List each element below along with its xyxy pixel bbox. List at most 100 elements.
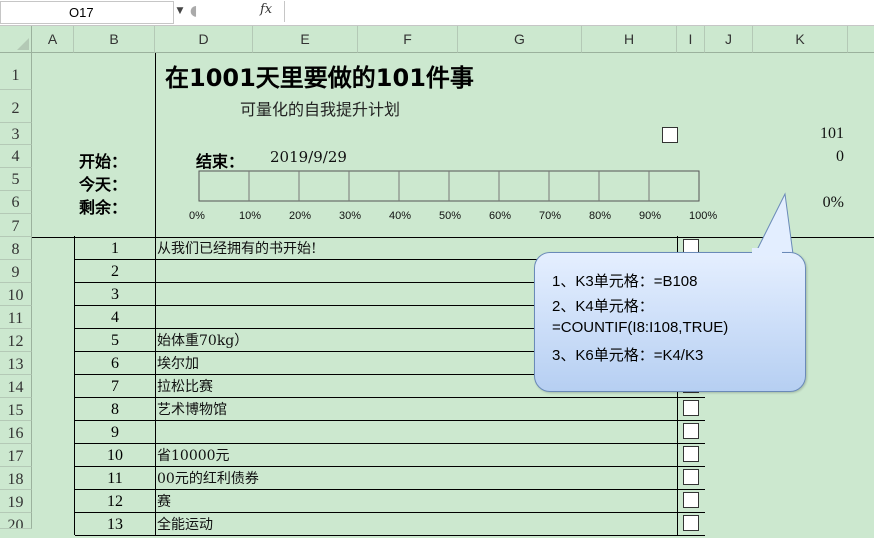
row-header-9[interactable]: 9 — [0, 260, 32, 283]
list-item-number[interactable]: 5 — [75, 328, 156, 351]
list-item-check-cell — [677, 443, 705, 466]
list-item-number[interactable]: 9 — [75, 420, 156, 443]
column-header-a[interactable]: A — [32, 26, 74, 53]
progress-tick-label: 60% — [489, 210, 512, 222]
list-item: 9 — [75, 420, 705, 444]
row-header-6[interactable]: 6 — [0, 191, 32, 214]
name-box-value: O17 — [69, 5, 94, 20]
list-item-check-cell — [677, 489, 705, 512]
insert-function-icon[interactable]: fx — [260, 2, 272, 17]
column-header-overflow — [848, 26, 874, 53]
list-item-checkbox[interactable] — [683, 400, 699, 416]
column-header-j[interactable]: J — [705, 26, 753, 53]
list-item-check-cell — [677, 466, 705, 489]
end-date-value[interactable]: 2019/9/29 — [270, 148, 347, 166]
callout-line-4: 3、K6单元格：=K4/K3 — [552, 347, 704, 364]
column-header-i[interactable]: I — [677, 26, 705, 53]
list-item-number[interactable]: 6 — [75, 351, 156, 374]
row-header-4[interactable]: 4 — [0, 145, 32, 168]
progress-tick-label: 90% — [639, 210, 662, 222]
progress-tick-label: 10% — [239, 210, 262, 222]
name-box[interactable]: O17 — [0, 1, 174, 24]
row-header-19[interactable]: 19 — [0, 490, 32, 513]
row-header-8[interactable]: 8 — [0, 237, 32, 260]
list-item-checkbox[interactable] — [683, 423, 699, 439]
formula-input[interactable] — [284, 1, 874, 22]
list-item-number[interactable]: 12 — [75, 489, 156, 512]
end-label[interactable]: 结束： — [196, 148, 244, 172]
list-item-number[interactable]: 10 — [75, 443, 156, 466]
column-header-g[interactable]: G — [458, 26, 582, 53]
row-header-3[interactable]: 3 — [0, 123, 32, 145]
list-item: 10 省10000元 — [75, 443, 705, 467]
list-item: 11 00元的红利债券 — [75, 466, 705, 490]
select-all-corner[interactable] — [0, 26, 32, 53]
column-header-h[interactable]: H — [582, 26, 677, 53]
callout-line-1: 1、K3单元格：=B108 — [552, 273, 698, 290]
start-label[interactable]: 开始： — [79, 148, 127, 172]
progress-tick-label: 30% — [339, 210, 362, 222]
list-item-check-cell — [677, 512, 705, 535]
formula-callout: 1、K3单元格：=B108 2、K4单元格： =COUNTIF(I8:I108,… — [534, 252, 806, 392]
column-header-f[interactable]: F — [358, 26, 458, 53]
row-header-11[interactable]: 11 — [0, 306, 32, 329]
today-label[interactable]: 今天： — [79, 171, 127, 195]
header-checkbox[interactable] — [662, 127, 678, 143]
row-header-20[interactable]: 20 — [0, 513, 32, 529]
list-item-text[interactable]: 省10000元 — [157, 445, 677, 468]
row-header-15[interactable]: 15 — [0, 398, 32, 421]
row-header-14[interactable]: 14 — [0, 375, 32, 398]
progress-tick-label: 0% — [189, 210, 205, 222]
column-header-k[interactable]: K — [753, 26, 848, 53]
list-item-number[interactable]: 11 — [75, 466, 156, 489]
formula-bar: O17 ▼ ◖ fx — [0, 0, 874, 26]
row-header-12[interactable]: 12 — [0, 329, 32, 352]
sheet-title[interactable]: 在1001天里要做的101件事 — [165, 58, 474, 93]
list-item-text[interactable]: 00元的红利债券 — [157, 468, 677, 491]
row-header-5[interactable]: 5 — [0, 168, 32, 191]
progress-tick-label: 70% — [539, 210, 562, 222]
column-header-b[interactable]: B — [74, 26, 155, 53]
list-item-checkbox[interactable] — [683, 446, 699, 462]
callout-line-3: =COUNTIF(I8:I108,TRUE) — [552, 319, 729, 336]
row-header-2[interactable]: 2 — [0, 90, 32, 123]
row-header-17[interactable]: 17 — [0, 444, 32, 467]
header-divider-vertical — [155, 53, 156, 237]
row-header-13[interactable]: 13 — [0, 352, 32, 375]
sheet-subtitle[interactable]: 可量化的自我提升计划 — [240, 96, 400, 120]
progress-tick-label: 50% — [439, 210, 462, 222]
remaining-label[interactable]: 剩余： — [79, 194, 127, 218]
progress-tick-label: 100% — [689, 210, 718, 222]
row-header-7[interactable]: 7 — [0, 214, 32, 237]
list-item-number[interactable]: 7 — [75, 374, 156, 397]
name-box-dropdown-icon[interactable]: ▼ — [173, 1, 187, 22]
column-header-e[interactable]: E — [253, 26, 358, 53]
list-item-number[interactable]: 4 — [75, 305, 156, 328]
list-item-text[interactable]: 赛 — [157, 491, 677, 514]
formula-bar-splitter-icon[interactable]: ◖ — [190, 3, 212, 20]
row-header-1[interactable]: 1 — [0, 53, 32, 90]
cell-k4-value[interactable]: 0 — [784, 148, 844, 166]
callout-pointer-mask — [752, 248, 782, 256]
list-item-text[interactable]: 全能运动 — [157, 514, 677, 537]
row-header-18[interactable]: 18 — [0, 467, 32, 490]
list-item-check-cell — [677, 420, 705, 443]
progress-tick-label: 80% — [589, 210, 612, 222]
list-item: 8 艺术博物馆 — [75, 397, 705, 421]
list-item-number[interactable]: 2 — [75, 259, 156, 282]
list-item-checkbox[interactable] — [683, 492, 699, 508]
row-header-10[interactable]: 10 — [0, 283, 32, 306]
row-header-16[interactable]: 16 — [0, 421, 32, 444]
list-item-number[interactable]: 1 — [75, 236, 156, 259]
progress-chart — [198, 170, 700, 202]
list-item-checkbox[interactable] — [683, 469, 699, 485]
list-item-number[interactable]: 13 — [75, 512, 156, 535]
list-item-number[interactable]: 8 — [75, 397, 156, 420]
progress-tick-label: 40% — [389, 210, 412, 222]
list-item-check-cell — [677, 397, 705, 420]
list-item-number[interactable]: 3 — [75, 282, 156, 305]
callout-line-2: 2、K4单元格： — [552, 298, 654, 315]
cell-k3-value[interactable]: 101 — [784, 125, 844, 143]
list-item-text[interactable]: 艺术博物馆 — [157, 399, 677, 422]
column-header-d[interactable]: D — [155, 26, 253, 53]
